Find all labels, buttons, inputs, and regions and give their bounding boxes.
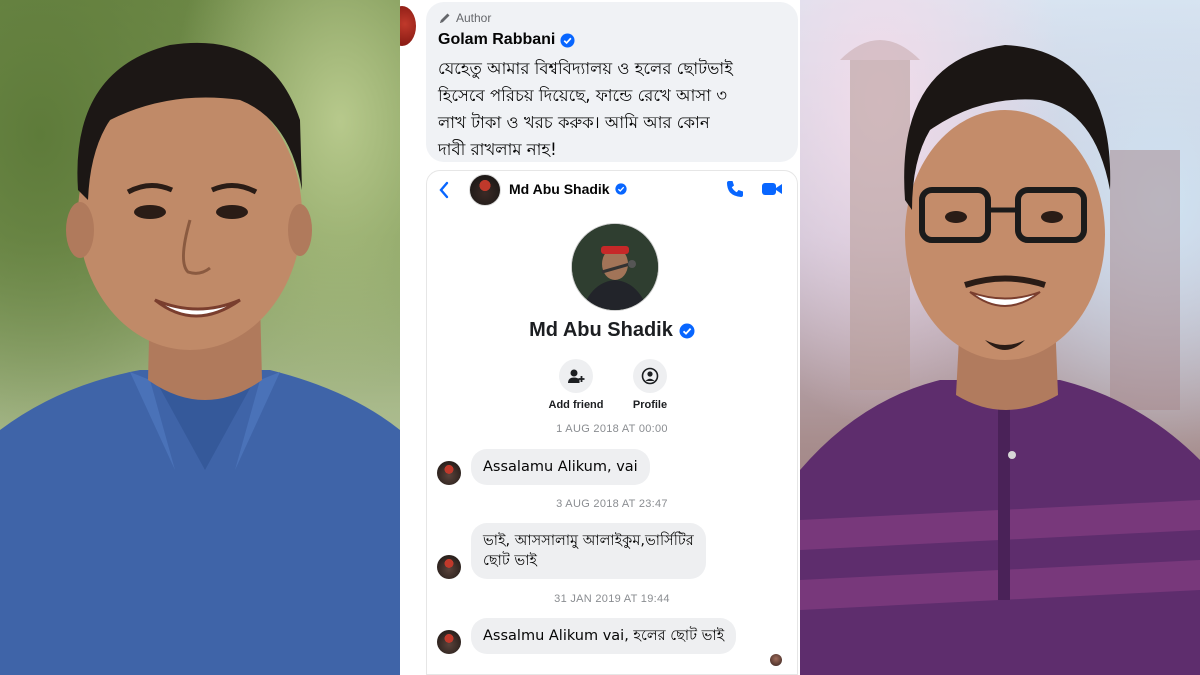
profile-picture-art — [572, 224, 658, 310]
comment-line: লাখ টাকা ও খরচ করুক। আমি আর কোন — [438, 113, 710, 132]
profile-name-label: Md Abu Shadik — [529, 319, 673, 341]
comment-author-name[interactable]: Golam Rabbani — [438, 31, 555, 49]
author-name-row: Golam Rabbani — [438, 29, 786, 51]
message-row: Assalmu Alikum vai, হলের ছোট ভাই — [437, 618, 737, 654]
commenter-avatar[interactable] — [400, 6, 416, 46]
profile-name: Md Abu Shadik — [427, 319, 797, 342]
video-call-icon[interactable] — [761, 180, 783, 198]
add-friend-icon — [568, 369, 585, 383]
pencil-icon — [440, 13, 450, 23]
sender-avatar[interactable] — [437, 461, 461, 485]
facebook-screenshot-panel: Author Golam Rabbani যেহেতু আমার বিশ্ববি… — [400, 0, 800, 675]
add-friend-label: Add friend — [548, 399, 604, 411]
contact-avatar[interactable] — [469, 174, 501, 206]
collage: Author Golam Rabbani যেহেতু আমার বিশ্ববি… — [0, 0, 1200, 675]
add-friend-button[interactable]: Add friend — [541, 359, 611, 411]
left-portrait-illustration — [0, 42, 400, 675]
sender-avatar[interactable] — [437, 630, 461, 654]
contact-name[interactable]: Md Abu Shadik — [509, 181, 627, 197]
message-bubble[interactable]: Assalmu Alikum vai, হলের ছোট ভাই — [471, 618, 737, 654]
messenger-screenshot: Md Abu Shadik Md Abu Shadik Add friend P… — [426, 170, 798, 675]
message-text: ছোট ভাই — [483, 553, 537, 569]
verified-badge-icon — [614, 183, 627, 195]
message-bubble[interactable]: Assalamu Alikum, vai — [471, 449, 650, 485]
profile-picture[interactable] — [571, 223, 659, 311]
comment-line: হিসেবে পরিচয় দিয়েছে, ফান্ডে রেখে আসা ৩ — [438, 86, 727, 105]
back-arrow-icon[interactable] — [437, 180, 451, 200]
author-badge-label: Author — [456, 11, 492, 25]
sender-avatar[interactable] — [437, 555, 461, 579]
verified-badge-icon — [679, 323, 695, 338]
left-portrait-photo — [0, 0, 400, 675]
contact-name-label: Md Abu Shadik — [509, 181, 610, 197]
right-portrait-photo — [800, 0, 1200, 675]
seen-receipt-avatar — [770, 654, 782, 666]
author-badge: Author — [438, 10, 786, 26]
messenger-header: Md Abu Shadik — [427, 171, 797, 209]
message-row: Assalamu Alikum, vai — [437, 449, 650, 485]
message-timestamp: 31 JAN 2019 AT 19:44 — [554, 593, 670, 605]
comment-line: দাবী রাখলাম নাহ! — [438, 140, 557, 159]
phone-call-icon[interactable] — [725, 179, 745, 199]
comment-line: যেহেতু আমার বিশ্ববিদ্যালয় ও হলের ছোটভাই — [438, 59, 733, 78]
verified-badge-icon — [560, 32, 575, 48]
comment-text: যেহেতু আমার বিশ্ববিদ্যালয় ও হলের ছোটভাই… — [438, 55, 786, 163]
view-profile-button[interactable]: Profile — [615, 359, 685, 411]
profile-label: Profile — [632, 399, 668, 411]
message-text: ভাই, আসসালামু আলাইকুম,ভার্সিটির — [483, 533, 694, 549]
message-text: Assalmu Alikum vai, হলের ছোট ভাই — [483, 628, 725, 644]
profile-icon — [641, 367, 659, 385]
message-timestamp: 3 AUG 2018 AT 23:47 — [556, 498, 668, 510]
add-friend-circle[interactable] — [559, 359, 593, 393]
message-timestamp: 1 AUG 2018 AT 00:00 — [556, 423, 668, 435]
right-portrait-illustration — [800, 40, 1200, 675]
profile-circle[interactable] — [633, 359, 667, 393]
message-row: ভাই, আসসালামু আলাইকুম,ভার্সিটির ছোট ভাই — [437, 523, 706, 579]
message-bubble[interactable]: ভাই, আসসালামু আলাইকুম,ভার্সিটির ছোট ভাই — [471, 523, 706, 579]
message-text: Assalamu Alikum, vai — [483, 459, 638, 475]
comment-bubble: Author Golam Rabbani যেহেতু আমার বিশ্ববি… — [426, 2, 798, 162]
